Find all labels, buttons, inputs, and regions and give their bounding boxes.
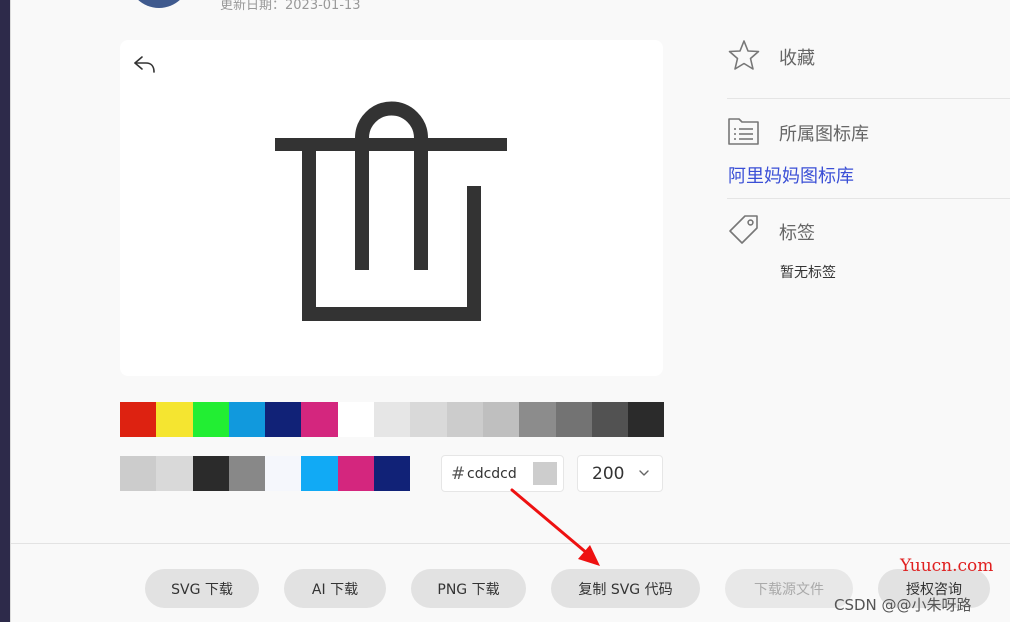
color-swatch[interactable] <box>156 456 193 491</box>
meta-divider <box>727 198 1010 199</box>
color-swatch[interactable] <box>192 456 229 491</box>
color-swatch[interactable] <box>156 402 193 437</box>
color-swatch[interactable] <box>301 402 338 437</box>
palette-row-primary <box>120 402 665 437</box>
color-preview-swatch[interactable] <box>533 462 557 485</box>
color-swatch[interactable] <box>628 402 665 437</box>
palette-row-secondary <box>120 456 411 491</box>
meta-divider <box>727 98 1010 99</box>
color-swatch[interactable] <box>337 456 375 491</box>
watermark-csdn: CSDN @@小朱呀路 <box>834 596 972 614</box>
update-date: 更新日期：2023-01-13 <box>220 0 361 13</box>
color-swatch[interactable] <box>410 402 447 437</box>
size-value: 200 <box>592 464 625 484</box>
color-swatch[interactable] <box>301 456 338 491</box>
png-download-button[interactable]: PNG 下载 <box>411 569 526 608</box>
watermark-yuucn: Yuucn.com <box>900 556 994 576</box>
no-tags-text: 暂无标签 <box>780 265 836 281</box>
color-swatch[interactable] <box>120 402 157 437</box>
author-avatar[interactable] <box>128 0 190 8</box>
left-edge-divider <box>10 0 11 622</box>
tags-label: 标签 <box>779 223 815 244</box>
color-swatch[interactable] <box>228 456 266 491</box>
color-swatch[interactable] <box>374 402 411 437</box>
trash-icon <box>275 101 507 321</box>
color-swatch[interactable] <box>446 402 483 437</box>
chevron-down-icon <box>639 470 649 476</box>
color-swatch[interactable] <box>192 402 229 437</box>
color-swatch[interactable] <box>265 402 302 437</box>
color-swatch[interactable] <box>337 402 375 437</box>
color-swatch[interactable] <box>374 456 411 491</box>
star-icon <box>728 40 760 70</box>
undo-icon[interactable] <box>132 53 158 77</box>
color-swatch[interactable] <box>482 402 520 437</box>
hash-symbol: # <box>451 464 466 484</box>
color-swatch[interactable] <box>265 456 302 491</box>
list-icon <box>728 118 759 145</box>
color-swatch[interactable] <box>228 402 266 437</box>
library-label: 所属图标库 <box>779 124 869 145</box>
color-swatch[interactable] <box>555 402 592 437</box>
ai-download-button[interactable]: AI 下载 <box>284 569 386 608</box>
annotation-arrow <box>510 488 600 566</box>
library-link[interactable]: 阿里妈妈图标库 <box>728 162 854 188</box>
color-swatch[interactable] <box>519 402 556 437</box>
color-swatch[interactable] <box>120 456 157 491</box>
left-dark-bar <box>0 0 10 622</box>
copy-svg-code-button[interactable]: 复制 SVG 代码 <box>551 569 700 608</box>
tag-icon <box>729 215 758 244</box>
svg-download-button[interactable]: SVG 下载 <box>145 569 259 608</box>
favorite-label: 收藏 <box>779 48 815 69</box>
color-swatch[interactable] <box>591 402 629 437</box>
hex-value: cdcdcd <box>467 466 517 482</box>
